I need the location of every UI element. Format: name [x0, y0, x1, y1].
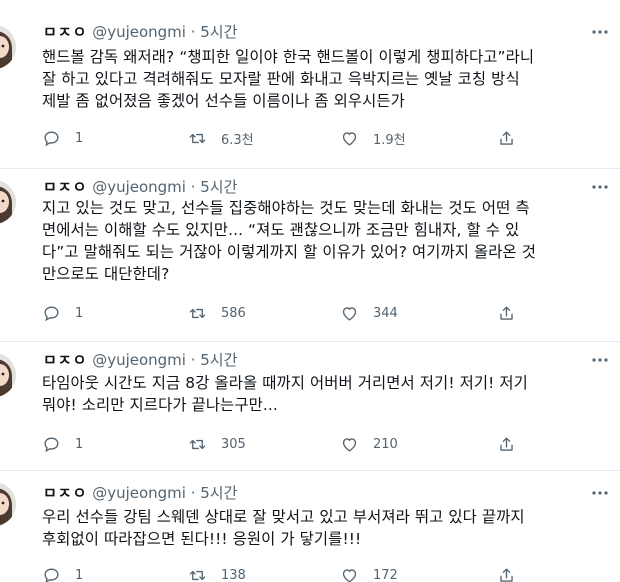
display-name[interactable]: ㅁㅈㅇ: [43, 178, 87, 196]
heart-icon: [342, 437, 357, 452]
retweet-button[interactable]: 586: [188, 303, 246, 323]
handle-and-time[interactable]: @yujeongmi · 5시간: [92, 351, 237, 369]
speech-bubble-icon: [44, 436, 59, 452]
reply-button[interactable]: 1: [42, 128, 83, 148]
heart-icon: [342, 568, 357, 582]
share-button[interactable]: [497, 128, 516, 148]
avatar[interactable]: [0, 180, 16, 224]
heart-icon: [342, 131, 357, 146]
tweet-actions: 1 6.3천 1.9천: [42, 128, 562, 148]
share-upload-icon: [500, 436, 513, 451]
reply-count: 1: [75, 567, 84, 582]
tweet-header: ㅁㅈㅇ @yujeongmi · 5시간: [43, 350, 237, 370]
like-button[interactable]: 172: [340, 565, 398, 582]
retweet-arrows-icon: [189, 439, 206, 449]
heart-icon: [342, 306, 357, 321]
tweet-actions: 1 305 210: [42, 434, 562, 454]
tweet[interactable]: ㅁㅈㅇ @yujeongmi · 5시간 우리 선수들 강팀 스웨덴 상대로 잘…: [0, 471, 620, 582]
tweet-text: 핸드볼 감독 왜저래? “챙피한 일이야 한국 핸드볼이 이렇게 챙피하다고”라…: [42, 48, 535, 110]
retweet-button[interactable]: 305: [188, 434, 246, 454]
tweet-actions: 1 138 172: [42, 565, 562, 582]
retweet-arrows-icon: [189, 570, 206, 580]
retweet-button[interactable]: 6.3천: [188, 128, 254, 148]
like-count: 172: [373, 567, 398, 582]
like-button[interactable]: 344: [340, 303, 398, 323]
retweet-count: 586: [221, 305, 246, 321]
share-upload-icon: [500, 305, 513, 320]
tweet[interactable]: ㅁㅈㅇ @yujeongmi · 5시간 핸드볼 감독 왜저래? “챙피한 일이…: [0, 0, 620, 168]
retweet-count: 138: [221, 567, 246, 582]
reply-count: 1: [75, 130, 84, 146]
like-count: 1.9천: [373, 132, 406, 148]
avatar[interactable]: [0, 25, 16, 69]
tweet-text: 지고 있는 것도 맞고, 선수들 집중해야하는 것도 맞는데 화내는 것도 어떤…: [42, 199, 537, 283]
retweet-count: 6.3천: [221, 132, 254, 148]
reply-button[interactable]: 1: [42, 303, 83, 323]
avatar[interactable]: [0, 353, 16, 397]
ellipsis-icon[interactable]: [590, 177, 610, 197]
share-button[interactable]: [497, 303, 516, 323]
handle-and-time[interactable]: @yujeongmi · 5시간: [92, 178, 237, 196]
tweet-header: ㅁㅈㅇ @yujeongmi · 5시간: [43, 483, 237, 503]
reply-count: 1: [75, 305, 84, 321]
reply-button[interactable]: 1: [42, 565, 83, 582]
tweet-header: ㅁㅈㅇ @yujeongmi · 5시간: [43, 177, 237, 197]
like-count: 210: [373, 436, 398, 452]
speech-bubble-icon: [44, 567, 59, 582]
display-name[interactable]: ㅁㅈㅇ: [43, 351, 87, 369]
like-button[interactable]: 210: [340, 434, 398, 454]
retweet-arrows-icon: [189, 308, 206, 318]
tweet-text: 타임아웃 시간도 지금 8강 올라올 때까지 어버버 거리면서 저기! 저기! …: [42, 374, 528, 414]
avatar[interactable]: [0, 482, 16, 526]
share-button[interactable]: [497, 565, 516, 582]
reply-count: 1: [75, 436, 84, 452]
like-button[interactable]: 1.9천: [340, 128, 406, 148]
share-upload-icon: [500, 130, 513, 145]
ellipsis-icon[interactable]: [590, 350, 610, 370]
retweet-arrows-icon: [189, 133, 206, 143]
tweet[interactable]: ㅁㅈㅇ @yujeongmi · 5시간 지고 있는 것도 맞고, 선수들 집중…: [0, 169, 620, 341]
like-count: 344: [373, 305, 398, 321]
display-name[interactable]: ㅁㅈㅇ: [43, 484, 87, 502]
reply-button[interactable]: 1: [42, 434, 83, 454]
tweet[interactable]: ㅁㅈㅇ @yujeongmi · 5시간 타임아웃 시간도 지금 8강 올라올 …: [0, 342, 620, 470]
handle-and-time[interactable]: @yujeongmi · 5시간: [92, 23, 237, 41]
ellipsis-icon[interactable]: [590, 483, 610, 503]
ellipsis-icon[interactable]: [590, 22, 610, 42]
speech-bubble-icon: [44, 130, 59, 146]
retweet-count: 305: [221, 436, 246, 452]
tweet-actions: 1 586 344: [42, 303, 562, 323]
tweet-header: ㅁㅈㅇ @yujeongmi · 5시간: [43, 22, 237, 42]
speech-bubble-icon: [44, 305, 59, 321]
tweet-text: 우리 선수들 강팀 스웨덴 상대로 잘 맞서고 있고 부서져라 뛰고 있다 끝까…: [42, 508, 525, 548]
retweet-button[interactable]: 138: [188, 565, 246, 582]
display-name[interactable]: ㅁㅈㅇ: [43, 23, 87, 41]
share-button[interactable]: [497, 434, 516, 454]
share-upload-icon: [500, 567, 513, 582]
handle-and-time[interactable]: @yujeongmi · 5시간: [92, 484, 237, 502]
